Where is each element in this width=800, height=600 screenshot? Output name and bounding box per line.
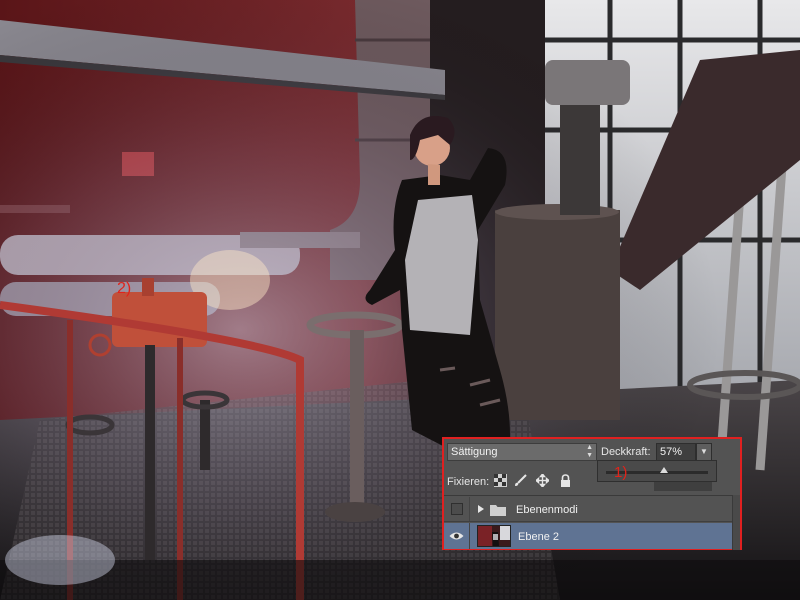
layer-row-ebenenmodi[interactable]: Ebenenmodi bbox=[444, 497, 732, 522]
layers-scrollbar[interactable] bbox=[732, 495, 740, 550]
visibility-cell[interactable] bbox=[444, 497, 470, 521]
eye-icon[interactable] bbox=[449, 531, 464, 541]
brush-icon[interactable] bbox=[514, 474, 527, 487]
lock-row: Fixieren: bbox=[444, 469, 740, 493]
blend-mode-select[interactable]: Sättigung ▲ ▼ bbox=[447, 443, 597, 461]
select-arrows-icon: ▲ ▼ bbox=[586, 444, 593, 459]
visibility-off-box[interactable] bbox=[451, 503, 463, 515]
layer-row-ebene-2[interactable]: Ebene 2 bbox=[444, 523, 732, 549]
folder-icon bbox=[490, 505, 506, 516]
thumbnail-image bbox=[478, 526, 510, 546]
disclosure-triangle-icon[interactable] bbox=[478, 505, 484, 513]
layer-thumbnail bbox=[477, 525, 511, 547]
layer-name: Ebenenmodi bbox=[516, 504, 578, 516]
move-arrows-icon[interactable] bbox=[536, 474, 549, 487]
blend-mode-value: Sättigung bbox=[451, 446, 498, 458]
annotation-label-2: 2) bbox=[117, 280, 132, 297]
lock-label: Fixieren: bbox=[447, 476, 490, 488]
checkerboard-icon[interactable] bbox=[494, 474, 507, 487]
chevron-down-icon: ▼ bbox=[700, 447, 708, 456]
visibility-cell[interactable] bbox=[444, 523, 470, 549]
layers-panel: Sättigung ▲ ▼ Deckkraft: 57% ▼ 1) Fixiere… bbox=[442, 437, 742, 550]
layer-name: Ebene 2 bbox=[518, 531, 559, 543]
padlock-icon[interactable] bbox=[559, 474, 572, 487]
opacity-dropdown-button[interactable]: ▼ bbox=[696, 443, 712, 461]
opacity-label: Deckkraft: bbox=[601, 446, 651, 458]
panel-separator bbox=[444, 495, 740, 496]
opacity-input[interactable]: 57% bbox=[656, 443, 696, 461]
